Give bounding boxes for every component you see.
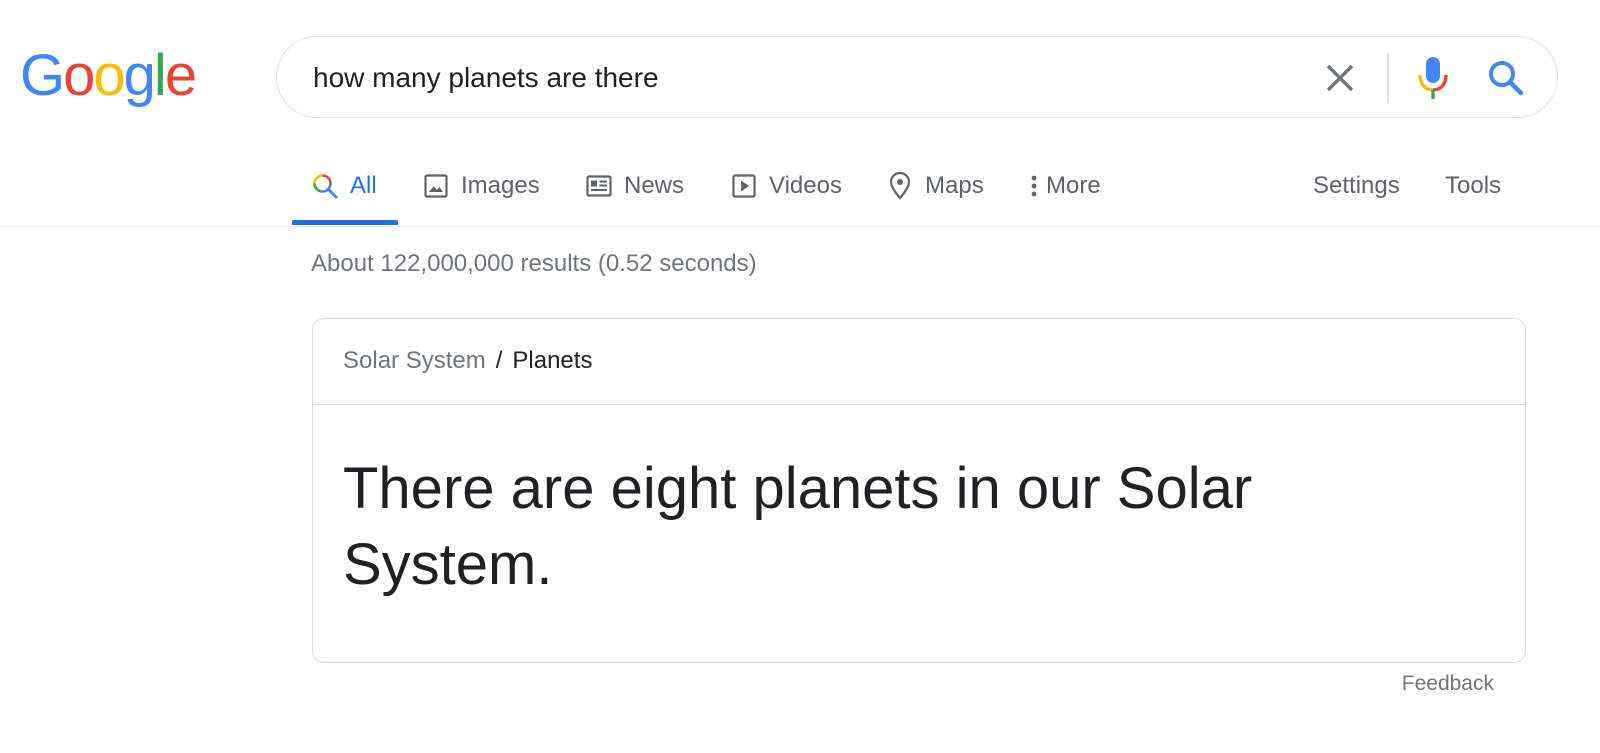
- close-icon: [1326, 64, 1354, 92]
- breadcrumb-separator: /: [495, 347, 503, 374]
- logo-letter: o: [93, 43, 125, 108]
- vertical-dots-icon: [1031, 175, 1037, 197]
- clear-search-button[interactable]: [1321, 59, 1359, 97]
- search-box: [276, 36, 1558, 118]
- tab-label: Maps: [925, 172, 984, 199]
- image-icon: [424, 174, 448, 198]
- tab-label: All: [350, 172, 377, 199]
- tab-more[interactable]: More: [1028, 166, 1101, 206]
- tab-label: More: [1046, 172, 1101, 199]
- logo-letter: e: [164, 43, 197, 108]
- search-button[interactable]: [1485, 57, 1527, 99]
- featured-answer-card: Solar System / Planets There are eight pla…: [312, 318, 1526, 663]
- search-icon: [1489, 61, 1524, 96]
- tab-label: News: [624, 172, 685, 199]
- feedback-link[interactable]: Feedback: [1402, 672, 1494, 696]
- breadcrumb-current[interactable]: Planets: [512, 347, 592, 374]
- tab-videos[interactable]: Videos: [731, 166, 842, 206]
- settings-label: Settings: [1313, 172, 1400, 199]
- tab-images[interactable]: Images: [423, 166, 540, 206]
- play-icon: [732, 174, 756, 198]
- tab-maps[interactable]: Maps: [887, 166, 984, 206]
- search-box-divider: [1387, 53, 1389, 103]
- search-tabs: All Images News Videos Maps More Setting…: [0, 140, 1600, 227]
- result-stats: About 122,000,000 results (0.52 seconds): [311, 250, 757, 277]
- logo-letter: o: [63, 43, 95, 108]
- logo-letter: l: [153, 43, 167, 108]
- active-tab-indicator: [292, 220, 398, 225]
- tools-link[interactable]: Tools: [1445, 166, 1501, 206]
- tab-label: Videos: [769, 172, 842, 199]
- card-header: Solar System / Planets: [313, 319, 1525, 405]
- search-input[interactable]: [313, 56, 1273, 100]
- breadcrumb: Solar System / Planets: [343, 347, 592, 375]
- tab-news[interactable]: News: [586, 166, 684, 206]
- breadcrumb-parent[interactable]: Solar System: [343, 347, 486, 374]
- search-icon: [313, 174, 338, 199]
- voice-search-button[interactable]: [1413, 55, 1453, 101]
- settings-link[interactable]: Settings: [1313, 166, 1400, 206]
- logo-letter: G: [20, 43, 65, 108]
- answer-text: There are eight planets in our Solar Sys…: [343, 456, 1253, 597]
- logo-letter: g: [123, 43, 156, 108]
- tools-label: Tools: [1445, 172, 1502, 199]
- tab-all[interactable]: All: [312, 166, 377, 206]
- microphone-icon: [1418, 57, 1448, 99]
- map-pin-icon: [889, 172, 911, 200]
- newspaper-icon: [586, 175, 612, 197]
- google-logo[interactable]: Google: [20, 38, 197, 114]
- tab-label: Images: [461, 172, 540, 199]
